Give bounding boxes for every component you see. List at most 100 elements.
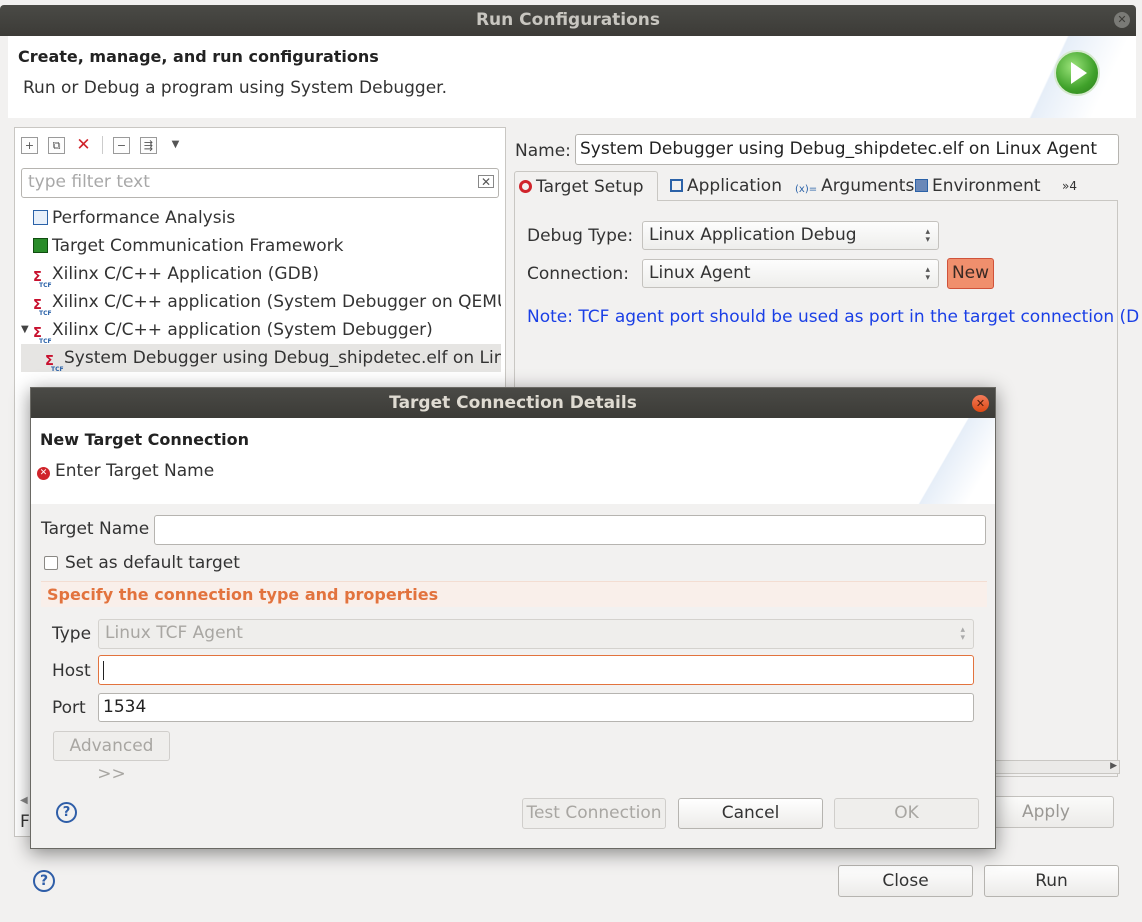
dialog-titlebar: Target Connection Details ✕ <box>31 388 995 418</box>
header-description: Run or Debug a program using System Debu… <box>23 78 448 98</box>
tab-label: Arguments <box>821 176 915 196</box>
debug-type-value: Linux Application Debug <box>649 225 857 245</box>
arguments-icon: (x)= <box>795 184 818 195</box>
default-target-label: Set as default target <box>65 553 240 573</box>
tree-item-xilinx-system-debugger[interactable]: ▼ ΣXilinx C/C++ application (System Debu… <box>21 316 501 344</box>
xilinx-tcf-icon: Σ <box>45 355 64 372</box>
configuration-toolbar: + ⧉ ✕ − ⇶ ▼ <box>21 134 184 156</box>
tree-item-label: Xilinx C/C++ application (System Debugge… <box>52 320 433 340</box>
close-button[interactable]: Close <box>838 865 973 897</box>
tree-item-label: Performance Analysis <box>52 208 236 228</box>
xilinx-gdb-icon: Σ <box>33 271 52 288</box>
error-icon: ✕ <box>37 467 50 480</box>
help-icon[interactable]: ? <box>33 870 55 892</box>
window-header: Create, manage, and run configurations R… <box>8 36 1136 118</box>
ok-button[interactable]: OK <box>834 798 979 829</box>
advanced-button[interactable]: Advanced >> <box>53 731 170 784</box>
dialog-header-title: New Target Connection <box>40 430 250 449</box>
performance-icon <box>33 210 48 225</box>
new-connection-button[interactable]: New <box>947 258 994 289</box>
debug-type-select[interactable]: Linux Application Debug ▴ ▾ <box>642 221 939 250</box>
tree-item-label: System Debugger using Debug_shipdetec.el… <box>64 348 501 368</box>
default-target-checkbox[interactable] <box>44 556 58 570</box>
select-chevron-icon: ▴ ▾ <box>960 625 965 643</box>
tree-item-label: Xilinx C/C++ application (System Debugge… <box>52 292 501 312</box>
dialog-header: New Target Connection ✕ Enter Target Name <box>31 418 995 504</box>
left-filter-status-label: F <box>20 812 30 832</box>
tab-application[interactable]: Application <box>666 171 790 201</box>
tree-item-label: Xilinx C/C++ Application (GDB) <box>52 264 319 284</box>
tab-arguments[interactable]: (x)= Arguments <box>791 171 915 201</box>
tab-label: Target Setup <box>536 177 644 197</box>
target-name-input[interactable] <box>154 515 986 545</box>
toolbar-separator <box>102 136 103 154</box>
tcf-port-note: Note: TCF agent port should be used as p… <box>527 307 1140 327</box>
configuration-tree: Performance Analysis Target Communicatio… <box>21 204 501 372</box>
expand-triangle-icon[interactable]: ▼ <box>21 316 29 344</box>
header-title: Create, manage, and run configurations <box>18 47 379 66</box>
target-name-label: Target Name <box>41 519 150 539</box>
cancel-button[interactable]: Cancel <box>678 798 823 829</box>
debug-type-label: Debug Type: <box>527 226 634 246</box>
dialog-close-icon[interactable]: ✕ <box>972 395 989 412</box>
tab-target-setup[interactable]: Target Setup <box>514 171 658 201</box>
test-connection-button[interactable]: Test Connection <box>522 798 666 829</box>
dialog-error-message: ✕ Enter Target Name <box>37 461 214 481</box>
select-chevron-icon: ▴ ▾ <box>925 227 930 245</box>
port-label: Port <box>52 698 86 718</box>
xilinx-tcf-icon: Σ <box>33 299 52 316</box>
target-icon <box>519 180 532 193</box>
text-caret <box>103 661 104 680</box>
tree-item-xilinx-qemu[interactable]: ΣXilinx C/C++ application (System Debugg… <box>21 288 501 316</box>
tcf-icon <box>33 238 48 253</box>
tree-item-xilinx-gdb[interactable]: ΣXilinx C/C++ Application (GDB) <box>21 260 501 288</box>
type-select[interactable]: Linux TCF Agent ▴ ▾ <box>98 619 974 649</box>
type-value: Linux TCF Agent <box>105 623 243 643</box>
filter-configurations-icon[interactable]: ⇶ <box>140 136 157 154</box>
connection-label: Connection: <box>527 264 629 284</box>
host-label: Host <box>52 661 91 681</box>
select-chevron-icon: ▴ ▾ <box>925 265 930 283</box>
connection-section-title: Specify the connection type and properti… <box>41 581 987 607</box>
error-text: Enter Target Name <box>55 461 215 481</box>
window-titlebar: Run Configurations ✕ <box>0 5 1136 36</box>
filter-input[interactable]: type filter text ✕ <box>21 168 499 198</box>
delete-configuration-icon[interactable]: ✕ <box>75 136 92 154</box>
dialog-help-icon[interactable]: ? <box>56 802 77 823</box>
view-menu-chevron-down-icon[interactable]: ▼ <box>167 137 184 154</box>
window-close-icon[interactable]: ✕ <box>1114 12 1130 28</box>
tree-item-performance-analysis[interactable]: Performance Analysis <box>21 204 501 232</box>
host-input[interactable] <box>98 655 974 685</box>
tree-item-tcf[interactable]: Target Communication Framework <box>21 232 501 260</box>
environment-icon <box>915 179 928 192</box>
connection-select[interactable]: Linux Agent ▴ ▾ <box>642 259 939 288</box>
tab-environment[interactable]: Environment <box>911 171 1049 201</box>
collapse-all-icon[interactable]: − <box>113 136 130 154</box>
tab-overflow-label: »4 <box>1062 179 1077 193</box>
name-input[interactable]: System Debugger using Debug_shipdetec.el… <box>575 134 1119 165</box>
dialog-banner-graphic <box>905 418 995 504</box>
dialog-title: Target Connection Details <box>389 393 637 413</box>
type-label: Type <box>52 624 92 644</box>
scroll-right-arrow-icon[interactable]: ▶ <box>1110 761 1117 771</box>
filter-placeholder: type filter text <box>28 172 150 192</box>
tree-item-selected-configuration[interactable]: ΣSystem Debugger using Debug_shipdetec.e… <box>21 344 501 372</box>
xilinx-tcf-icon: Σ <box>33 327 52 344</box>
tab-label: Environment <box>932 176 1041 196</box>
tab-overflow[interactable]: »4 <box>1058 171 1088 201</box>
clear-filter-icon[interactable]: ✕ <box>477 175 494 188</box>
apply-button[interactable]: Apply <box>978 796 1114 828</box>
duplicate-configuration-icon[interactable]: ⧉ <box>48 136 65 154</box>
new-configuration-icon[interactable]: + <box>21 136 38 154</box>
tree-item-label: Target Communication Framework <box>52 236 344 256</box>
target-connection-dialog: Target Connection Details ✕ New Target C… <box>30 387 996 849</box>
run-button[interactable]: Run <box>984 865 1119 897</box>
left-scroll-arrow-icon[interactable]: ◀ <box>20 795 28 806</box>
tab-label: Application <box>687 176 782 196</box>
port-input[interactable]: 1534 <box>98 693 974 722</box>
name-label: Name: <box>515 141 571 161</box>
run-configurations-window: Run Configurations ✕ Create, manage, and… <box>0 0 1142 922</box>
application-icon <box>670 179 683 192</box>
run-icon <box>1054 50 1100 96</box>
window-title: Run Configurations <box>475 10 661 30</box>
